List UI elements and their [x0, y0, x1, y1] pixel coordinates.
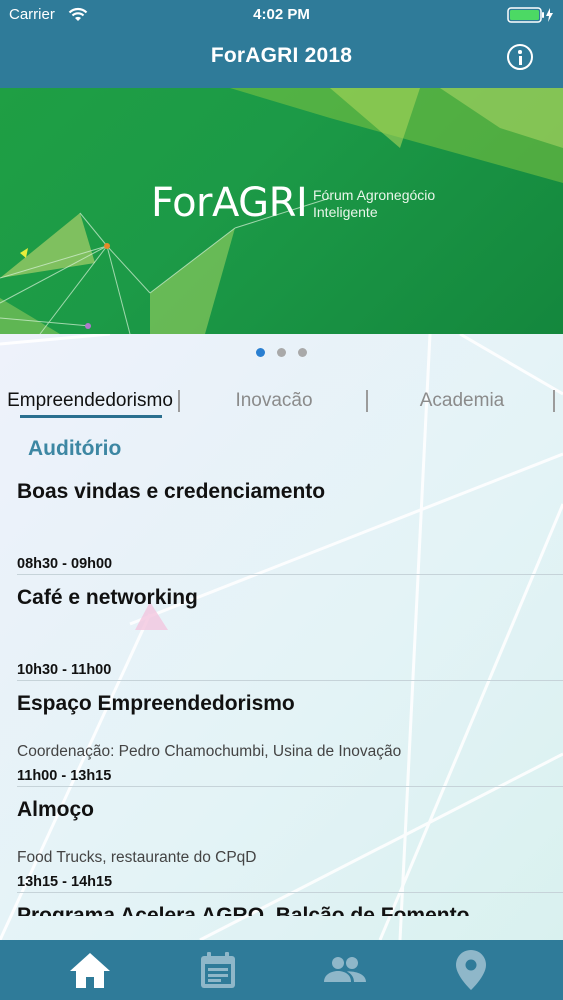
- session-time: 10h30 - 11h00: [17, 662, 112, 678]
- calendar-icon[interactable]: [196, 948, 240, 992]
- session-title: Espaço Empreendedorismo: [17, 692, 295, 715]
- tab-academia[interactable]: Academia: [370, 386, 554, 418]
- brand-tagline: Fórum Agronegócio Inteligente: [313, 187, 473, 221]
- schedule-item[interactable]: Boas vindas e credenciamento 08h30 - 09h…: [0, 470, 563, 576]
- location-pin-icon[interactable]: [449, 948, 493, 992]
- session-time: 08h30 - 09h00: [17, 556, 113, 572]
- divider: [17, 786, 563, 787]
- tab-divider: [366, 390, 368, 412]
- bottom-tab-bar: [0, 940, 563, 1000]
- navigation-bar: Carrier 4:02 PM ForAGRI 2018: [0, 0, 563, 88]
- battery-icon: [507, 7, 553, 23]
- info-icon[interactable]: [507, 44, 533, 70]
- page-title: ForAGRI 2018: [210, 44, 353, 67]
- session-description: Coordenação: Pedro Chamochumbi, Usina de…: [17, 743, 402, 760]
- schedule-item[interactable]: Café e networking 10h30 - 11h00: [0, 576, 563, 682]
- schedule-item[interactable]: Programa Acelera AGRO, Balcão de Fomento: [0, 894, 563, 916]
- divider: [17, 892, 563, 893]
- schedule-item[interactable]: Espaço Empreendedorismo Coordenação: Ped…: [0, 682, 563, 788]
- tab-inovacao[interactable]: Inovacão: [182, 386, 366, 418]
- status-bar: Carrier 4:02 PM: [0, 0, 563, 30]
- brand-logo-text: ForAGRI: [151, 180, 308, 226]
- location-heading: Auditório: [28, 437, 122, 460]
- schedule-item[interactable]: Almoço Food Trucks, restaurante do CPqD …: [0, 788, 563, 894]
- status-time: 4:02 PM: [253, 6, 310, 23]
- banner-carousel[interactable]: ForAGRI Fórum Agronegócio Inteligente: [0, 88, 563, 334]
- divider: [17, 574, 563, 575]
- session-title: Almoço: [17, 798, 95, 821]
- people-icon[interactable]: [323, 948, 367, 992]
- track-tabs: Empreendedorismo Inovacão Academia: [0, 386, 563, 418]
- page-dot-2[interactable]: [277, 348, 286, 357]
- session-time: 11h00 - 13h15: [17, 768, 112, 784]
- session-title: Boas vindas e credenciamento: [17, 480, 326, 503]
- session-title: Programa Acelera AGRO, Balcão de Fomento: [17, 904, 470, 916]
- home-icon[interactable]: [68, 948, 112, 992]
- tab-empreendedorismo[interactable]: Empreendedorismo: [6, 386, 174, 418]
- session-title: Café e networking: [17, 586, 198, 609]
- session-description: Food Trucks, restaurante do CPqD: [17, 849, 257, 866]
- tab-divider: [178, 390, 180, 412]
- brand-tagline-line2: Inteligente: [313, 204, 378, 220]
- carousel-page-indicator[interactable]: [0, 348, 563, 357]
- session-time: 13h15 - 14h15: [17, 874, 113, 890]
- page-dot-3[interactable]: [298, 348, 307, 357]
- tab-divider: [553, 390, 555, 412]
- brand-tagline-line1: Fórum Agronegócio: [313, 187, 436, 203]
- schedule-list[interactable]: Boas vindas e credenciamento 08h30 - 09h…: [0, 470, 563, 916]
- active-tab-indicator: [20, 415, 162, 418]
- divider: [17, 680, 563, 681]
- page-dot-1[interactable]: [256, 348, 265, 357]
